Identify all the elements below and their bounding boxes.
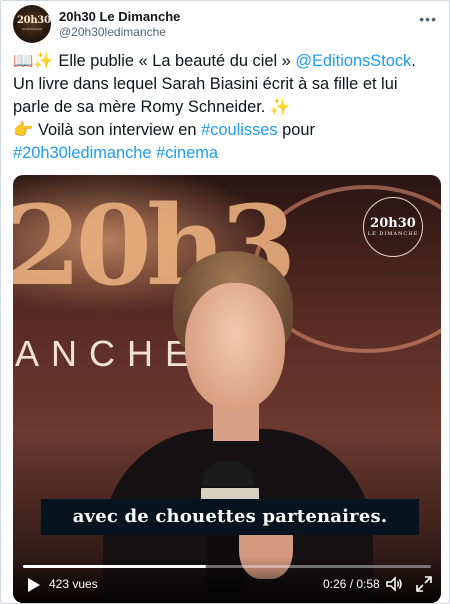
brand-badge-sub: LE DIMANCHE: [367, 231, 419, 237]
brand-badge-main: 20h30: [370, 216, 416, 231]
tweet-line-5: #20h30ledimanche #cinema: [13, 142, 441, 165]
pointing-hand-icon: 👉: [13, 121, 34, 139]
tweet-line-1-end: .: [411, 52, 416, 70]
tweet-header: 20h30 LE DIMANCHE 20h30 Le Dimanche @20h…: [13, 5, 441, 45]
tweet-line-1-text: Elle publie « La beauté du ciel »: [53, 52, 296, 70]
progress-bar[interactable]: [23, 565, 431, 568]
tweet-line-4: 👉 Voilà son interview en #coulisses pour: [13, 119, 441, 142]
avatar-logo: 20h30: [17, 15, 51, 26]
tweet-line-3-text: parle de sa mère Romy Schneider.: [13, 98, 270, 116]
volume-icon[interactable]: [385, 575, 403, 593]
view-count: 423 vues: [49, 577, 98, 591]
sparkles-icon: ✨: [269, 98, 291, 116]
account-names: 20h30 Le Dimanche @20h30ledimanche: [59, 9, 180, 40]
book-sparkles-icon: 📖✨: [13, 52, 54, 70]
hashtag-20h30ledimanche[interactable]: #20h30ledimanche: [13, 144, 152, 162]
hashtag-cinema[interactable]: #cinema: [156, 144, 218, 162]
tweet-text: 📖✨ Elle publie « La beauté du ciel » @Ed…: [13, 50, 441, 165]
account-handle[interactable]: @20h30ledimanche: [59, 25, 180, 40]
tweet-line-3: parle de sa mère Romy Schneider. ✨: [13, 96, 441, 119]
tweet-line-4-end: pour: [277, 121, 315, 139]
playback-time: 0:26 / 0:58: [323, 577, 380, 591]
more-icon[interactable]: •••: [419, 11, 437, 27]
progress-bar-fill: [23, 565, 206, 568]
avatar[interactable]: 20h30 LE DIMANCHE: [13, 5, 51, 43]
video-controls: 423 vues 0:26 / 0:58: [13, 557, 441, 603]
display-name[interactable]: 20h30 Le Dimanche: [59, 9, 180, 25]
video-subtitle: avec de chouettes partenaires.: [41, 499, 419, 535]
tweet-line-2: Un livre dans lequel Sarah Biasini écrit…: [13, 75, 398, 93]
fullscreen-icon[interactable]: [415, 575, 433, 593]
play-icon[interactable]: [27, 577, 41, 593]
tweet-line-1: 📖✨ Elle publie « La beauté du ciel » @Ed…: [13, 50, 441, 73]
tweet-card: 20h30 LE DIMANCHE 20h30 Le Dimanche @20h…: [0, 0, 450, 604]
tweet-line-4-text: Voilà son interview en: [33, 121, 202, 139]
mention-link[interactable]: @EditionsStock: [295, 52, 411, 70]
interviewee-face: [185, 283, 285, 411]
hashtag-coulisses[interactable]: #coulisses: [201, 121, 278, 139]
video-player[interactable]: 20h3 ANCHE 20h30 LE DIMANCHE 20h30 avec …: [13, 175, 441, 603]
video-brand-badge: 20h30 LE DIMANCHE: [363, 197, 423, 257]
interviewee: 20h30: [103, 251, 373, 603]
avatar-logo-sub: LE DIMANCHE: [21, 27, 43, 31]
